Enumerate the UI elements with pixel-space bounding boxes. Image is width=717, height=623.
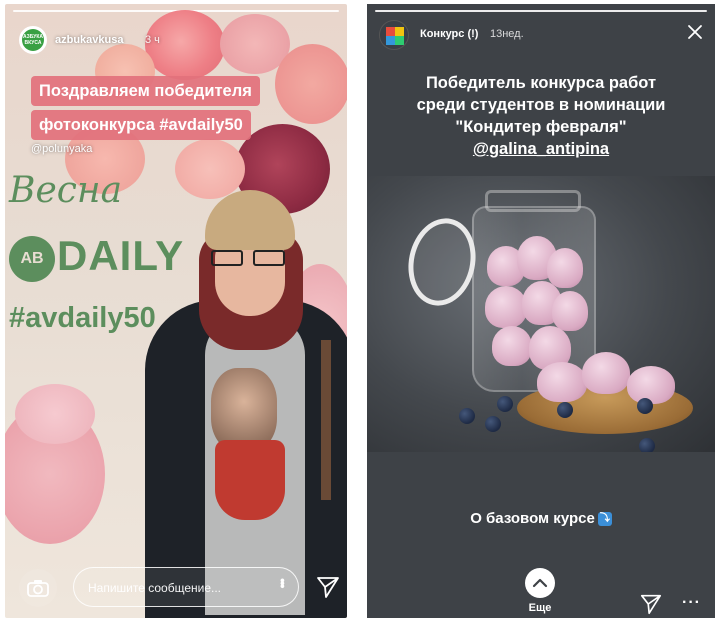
caption-line-3: "Кондитер февраля"	[455, 118, 627, 136]
paper-flower	[15, 384, 95, 444]
more-horizontal-icon[interactable]: ···	[682, 594, 701, 612]
message-input[interactable]	[88, 578, 268, 598]
meringue-photo	[367, 176, 715, 452]
backdrop-hashtag: #avdaily50	[9, 302, 156, 334]
mention-sticker[interactable]: @polunyaka	[31, 143, 92, 155]
backdrop-script-text: Весна	[9, 170, 123, 211]
story-time: 13нед.	[490, 28, 524, 40]
caption-line-1: Победитель конкурса работ	[425, 74, 657, 92]
story-left[interactable]: Весна AB DAILY #avdaily50 АЗБУКА ВКУСА az…	[5, 4, 347, 618]
paper-flower	[275, 44, 347, 124]
backdrop-logo-circle: AB	[9, 236, 55, 282]
story-username[interactable]: Конкурс (!)	[420, 28, 478, 40]
close-icon[interactable]	[687, 24, 703, 40]
avatar[interactable]	[379, 20, 409, 50]
see-more-button[interactable]	[525, 568, 555, 598]
story-progress-bar	[375, 10, 707, 12]
story-right[interactable]: Конкурс (!) 13нед. Победитель конкурса р…	[367, 4, 715, 618]
photo-person	[145, 190, 347, 618]
jar-lid	[400, 212, 484, 312]
avatar[interactable]: АЗБУКА ВКУСА	[19, 26, 47, 54]
arrow-down-icon: ⤵	[597, 512, 612, 527]
camera-icon	[27, 580, 49, 597]
congrats-line-1: Поздравляем победителя	[31, 76, 260, 106]
caption-line-2: среди студентов в номинации	[416, 96, 666, 114]
story-time: 3 ч	[145, 34, 160, 46]
story-caption: Победитель конкурса работ среди студенто…	[367, 72, 715, 160]
congrats-caption: Поздравляем победителя фотоконкурса #avd…	[31, 76, 260, 140]
send-icon[interactable]	[315, 574, 341, 600]
brand-logo-icon: АЗБУКА ВКУСА	[22, 29, 44, 51]
course-link-label[interactable]: О базовом курсе	[470, 510, 595, 527]
course-link[interactable]: О базовом курсе ⤵	[367, 510, 715, 527]
chevron-up-icon	[532, 578, 548, 588]
mention-sticker[interactable]: @galina_antipina	[367, 138, 715, 160]
send-icon[interactable]	[639, 592, 663, 616]
story-username[interactable]: azbukavkusa	[55, 34, 123, 46]
congrats-line-2: фотоконкурса #avdaily50	[31, 110, 251, 140]
camera-button[interactable]	[19, 569, 57, 607]
message-composer[interactable]: •••	[73, 567, 299, 607]
more-vertical-icon[interactable]: •••	[275, 578, 291, 587]
